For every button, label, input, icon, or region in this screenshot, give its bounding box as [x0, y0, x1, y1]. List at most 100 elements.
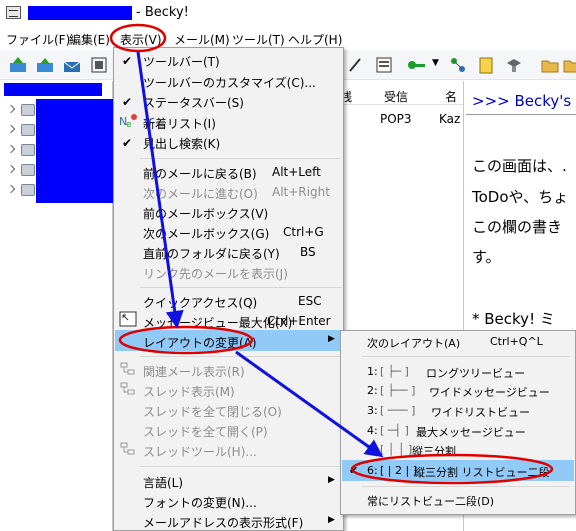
menu-item-next-mail[interactable]: 次のメールに進む(O): [143, 185, 258, 202]
check-icon: ✔: [349, 464, 359, 477]
preview-heading: >>> Becky's: [472, 92, 572, 110]
menu-mail[interactable]: メール(M): [174, 31, 230, 48]
hat-icon[interactable]: [504, 55, 524, 75]
layout-option-2-glyph: [ ├── ]: [380, 384, 416, 397]
shortcut-quick-access: ESC: [298, 294, 322, 308]
layout-option-5-glyph: [ │ │ ]: [380, 443, 413, 456]
check-icon: ✔: [122, 136, 133, 150]
column-header-received[interactable]: 受信: [384, 88, 408, 105]
receive-mail-icon[interactable]: [8, 55, 28, 75]
layout-option-1-glyph: [ ├─ ]: [380, 365, 409, 378]
submenu-arrow-icon: ▶: [328, 334, 335, 344]
layout-option-4-num[interactable]: 4:: [367, 424, 378, 437]
app-icon: [6, 6, 21, 19]
menu-item-prev-folder[interactable]: 直前のフォルダに戻る(Y): [143, 245, 280, 262]
menu-item-show-linked-mail[interactable]: リンク先のメールを表示(J): [143, 265, 288, 282]
submenu-item-always-two-rows[interactable]: 常にリストビュー二段(D): [367, 493, 494, 509]
mailbox-icon: [21, 104, 35, 116]
row-type-cell[interactable]: POP3: [380, 112, 412, 126]
menu-item-thread-tool[interactable]: スレッドツール(H)...: [143, 443, 257, 460]
menu-item-statusbar[interactable]: ステータスバー(S): [143, 94, 244, 111]
menu-item-related-mail[interactable]: 関連メール表示(R): [143, 363, 245, 380]
shortcut-prev-folder: BS: [300, 245, 316, 259]
print-icon[interactable]: [89, 55, 109, 75]
folder-icon[interactable]: [540, 55, 560, 75]
shortcut-next-layout: Ctrl+Q^L: [490, 335, 543, 348]
layout-option-6-num[interactable]: 6:: [367, 464, 378, 477]
preview-line: この画面は、.: [472, 157, 567, 175]
key-icon[interactable]: [406, 55, 426, 75]
menu-item-prev-mailbox[interactable]: 前のメールボックス(V): [143, 205, 268, 222]
preview-line: ToDoや、ちょ: [472, 188, 569, 206]
title-redaction: [28, 6, 132, 20]
folder-open-icon[interactable]: [562, 55, 576, 75]
layout-option-5-label[interactable]: 縦三分割: [412, 443, 456, 459]
preview-line: す。: [472, 248, 501, 266]
thread-view-icon: [120, 382, 135, 395]
layout-option-3-num[interactable]: 3:: [367, 404, 378, 417]
window-title: - Becky!: [136, 5, 189, 20]
column-header-name[interactable]: 名: [445, 88, 457, 105]
shortcut-maximize-message-view: Ctrl+Enter: [267, 314, 331, 328]
menu-view[interactable]: 表示(V): [120, 31, 162, 48]
menu-help[interactable]: ヘルプ(H): [288, 31, 342, 48]
menu-item-close-all-threads[interactable]: スレッドを全て閉じる(O): [143, 403, 282, 420]
menu-item-quick-access[interactable]: クイックアクセス(Q): [143, 294, 257, 311]
menu-separator: [362, 356, 570, 357]
mailbox-icon: [21, 144, 35, 156]
layout-option-1-label[interactable]: ロングツリービュー: [426, 365, 525, 381]
folder-redaction: [4, 83, 102, 96]
edit-icon[interactable]: [346, 55, 366, 75]
menu-item-open-all-threads[interactable]: スレッドを全て開く(P): [143, 423, 268, 440]
dropdown-arrow-icon[interactable]: ▼: [432, 58, 439, 68]
menu-item-address-format[interactable]: メールアドレスの表示形式(F): [143, 514, 303, 531]
menu-item-toolbar[interactable]: ツールバー(T): [143, 53, 220, 70]
filter-icon[interactable]: [448, 55, 468, 75]
menu-edit[interactable]: 編集(E): [69, 31, 110, 48]
send-mail-icon[interactable]: [35, 55, 55, 75]
shortcut-prev-mail: Alt+Left: [272, 165, 321, 179]
related-mail-icon: [120, 362, 135, 375]
submenu-item-next-layout[interactable]: 次のレイアウト(A): [367, 335, 460, 351]
layout-option-2-label[interactable]: ワイドメッセージビュー: [429, 384, 550, 400]
menu-item-next-mailbox[interactable]: 次のメールボックス(G): [143, 225, 269, 242]
preview-line: この欄の書き: [472, 218, 563, 236]
menu-tools[interactable]: ツール(T): [232, 31, 285, 48]
list-header-divider: [344, 104, 463, 105]
layout-option-4-label[interactable]: 最大メッセージビュー: [416, 424, 526, 440]
maximize-view-icon: [119, 311, 137, 327]
layout-option-2-num[interactable]: 2:: [367, 384, 378, 397]
menu-item-new-list[interactable]: 新着リスト(I): [143, 115, 216, 132]
menu-separator: [362, 486, 570, 487]
template-icon[interactable]: [374, 55, 394, 75]
menu-item-customize-toolbar[interactable]: ツールバーのカスタマイズ(C)...: [143, 74, 316, 91]
folder-names-redaction: [36, 99, 113, 203]
layout-option-6-label[interactable]: 縦三分割 リストビュー二段: [414, 464, 550, 480]
thread-tool-icon: [120, 442, 135, 455]
layout-option-4-glyph: [ ─┤ ]: [380, 424, 409, 437]
check-icon: ✔: [122, 54, 133, 68]
submenu-arrow-icon: ▶: [328, 475, 335, 485]
shortcut-next-mail: Alt+Right: [272, 185, 330, 199]
layout-option-5-num[interactable]: 5:: [367, 443, 378, 456]
menu-file[interactable]: ファイル(F): [6, 31, 70, 48]
layout-option-6-glyph: [ | 2 | ]: [380, 464, 417, 477]
menu-separator: [140, 158, 341, 159]
row-name-cell[interactable]: Kaz: [439, 112, 460, 126]
menu-separator: [140, 466, 341, 467]
note-icon[interactable]: [476, 55, 496, 75]
layout-option-3-label[interactable]: ワイドリストビュー: [431, 404, 530, 420]
mailbox-icon: [21, 124, 35, 136]
menu-item-change-font[interactable]: フォントの変更(N)...: [143, 494, 257, 511]
menu-item-header-search[interactable]: 見出し検索(K): [143, 135, 220, 152]
layout-option-1-num[interactable]: 1:: [367, 365, 378, 378]
menu-item-prev-mail[interactable]: 前のメールに戻る(B): [143, 165, 257, 182]
menu-item-change-layout[interactable]: レイアウトの変更(A): [143, 334, 257, 351]
shortcut-next-mailbox: Ctrl+G: [283, 225, 324, 239]
preview-line: * Becky! ミ: [472, 310, 555, 328]
menu-separator: [140, 287, 341, 288]
menu-item-thread-view[interactable]: スレッド表示(M): [143, 383, 235, 400]
new-list-icon: Ne: [119, 114, 137, 129]
menu-item-language[interactable]: 言語(L): [143, 474, 183, 491]
new-mail-icon[interactable]: [62, 55, 82, 75]
